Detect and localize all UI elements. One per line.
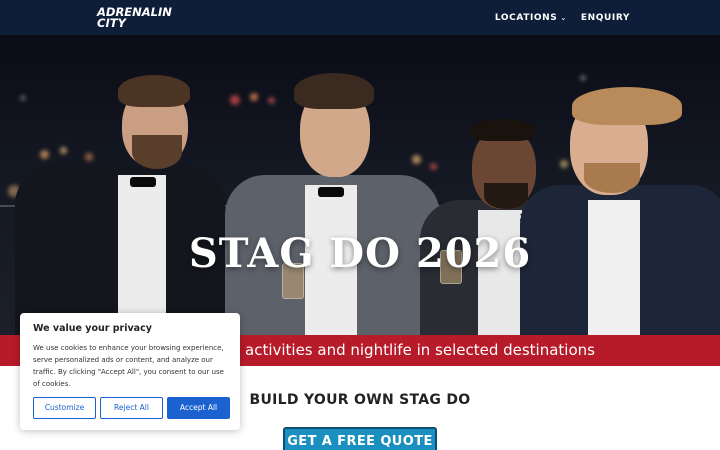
chevron-down-icon: ⌄ bbox=[560, 13, 567, 22]
site-header: ADRENALIN CITY LOCATIONS ⌄ ENQUIRY bbox=[0, 0, 720, 35]
bow-tie bbox=[130, 177, 156, 187]
hair bbox=[470, 119, 536, 141]
bokeh-light bbox=[230, 95, 240, 105]
hero-image: STAG DO 2026 bbox=[0, 35, 720, 335]
bokeh-light bbox=[580, 75, 586, 81]
reject-all-button[interactable]: Reject All bbox=[100, 397, 163, 419]
bokeh-light bbox=[560, 160, 568, 168]
logo-line-2: CITY bbox=[97, 16, 128, 29]
customize-button[interactable]: Customize bbox=[33, 397, 96, 419]
bokeh-light bbox=[20, 95, 26, 101]
nav-enquiry[interactable]: ENQUIRY bbox=[581, 13, 630, 23]
cookie-banner-actions: Customize Reject All Accept All bbox=[33, 397, 230, 419]
get-free-quote-button[interactable]: GET A FREE QUOTE bbox=[283, 427, 437, 450]
bokeh-light bbox=[430, 163, 437, 170]
bokeh-light bbox=[412, 155, 421, 164]
bokeh-light bbox=[60, 147, 67, 154]
adrenalin-city-logo[interactable]: ADRENALIN CITY bbox=[96, 5, 188, 29]
cookie-consent-banner: We value your privacy We use cookies to … bbox=[20, 313, 240, 430]
accept-all-button[interactable]: Accept All bbox=[167, 397, 230, 419]
tagline-text: activities and nightlife in selected des… bbox=[245, 341, 595, 359]
nav-locations[interactable]: LOCATIONS ⌄ bbox=[495, 13, 567, 23]
hair bbox=[118, 75, 190, 107]
nav-locations-label: LOCATIONS bbox=[494, 12, 558, 23]
nav-enquiry-label: ENQUIRY bbox=[580, 12, 630, 23]
beard bbox=[132, 135, 182, 169]
cookie-banner-text: We use cookies to enhance your browsing … bbox=[33, 344, 224, 388]
bow-tie bbox=[318, 187, 344, 197]
hair bbox=[572, 87, 682, 125]
hero-title: STAG DO 2026 bbox=[188, 230, 532, 277]
page: ADRENALIN CITY LOCATIONS ⌄ ENQUIRY STAG … bbox=[0, 0, 720, 450]
main-nav: LOCATIONS ⌄ ENQUIRY bbox=[495, 0, 630, 35]
bokeh-light bbox=[85, 153, 93, 161]
cookie-banner-title: We value your privacy bbox=[33, 323, 152, 334]
logo-mark: ADRENALIN CITY bbox=[96, 5, 172, 29]
beard bbox=[484, 183, 528, 209]
beard bbox=[584, 163, 640, 193]
hair bbox=[294, 73, 374, 109]
bokeh-light bbox=[250, 93, 258, 101]
bokeh-light bbox=[40, 150, 49, 159]
bokeh-light bbox=[268, 97, 275, 104]
